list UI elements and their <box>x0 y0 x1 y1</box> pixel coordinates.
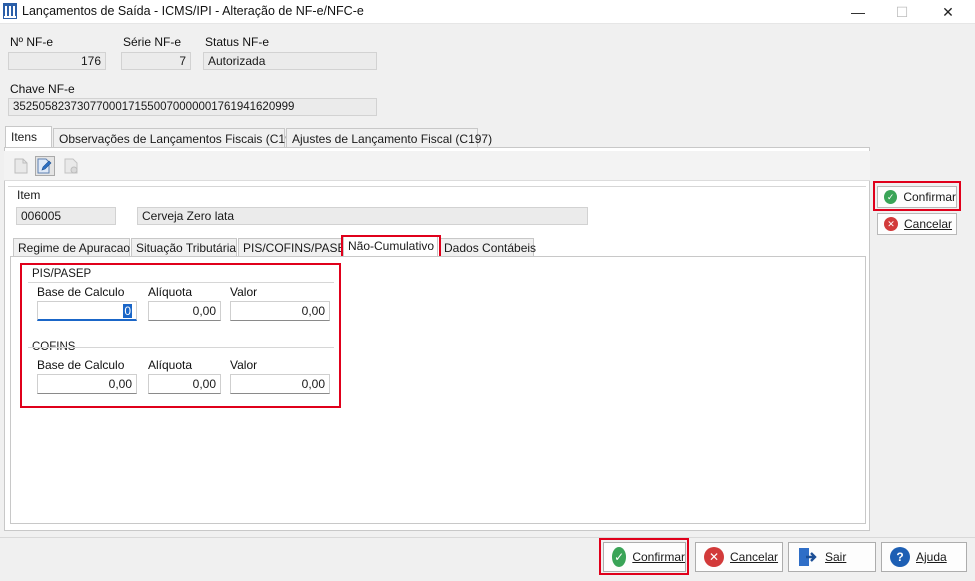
exit-door-icon <box>797 547 817 567</box>
item-code-field: 006005 <box>16 207 116 225</box>
window-title: Lançamentos de Saída - ICMS/IPI - Altera… <box>22 4 364 18</box>
new-document-icon[interactable] <box>11 156 31 176</box>
close-button[interactable]: ✕ <box>925 0 971 24</box>
cofins-valor-input[interactable]: 0,00 <box>230 374 330 394</box>
side-cancel-button[interactable]: ✕ Cancelar <box>877 213 957 235</box>
tab-ajustes[interactable]: Ajustes de Lançamento Fiscal (C197) <box>286 128 492 148</box>
pis-valor-input[interactable]: 0,00 <box>230 301 330 321</box>
nfe-number-field: 176 <box>8 52 106 70</box>
tab-situacao-tributaria[interactable]: Situação Tributária <box>131 238 237 257</box>
pis-aliquota-input[interactable]: 0,00 <box>148 301 221 321</box>
exit-label: Sair <box>825 550 847 564</box>
tab-observacoes[interactable]: Observações de Lançamentos Fiscais (C195… <box>53 128 302 148</box>
items-toolbar <box>4 151 870 181</box>
serie-label: Série NF-e <box>123 35 182 49</box>
pis-group-title: PIS/PASEP <box>32 268 92 280</box>
chave-label: Chave NF-e <box>10 82 75 96</box>
pis-base-value: 0 <box>123 304 132 318</box>
cofins-base-label: Base de Calculo <box>37 358 125 372</box>
delete-document-icon[interactable] <box>61 156 81 176</box>
nfe-number-label: Nº NF-e <box>10 35 54 49</box>
title-bar: Lançamentos de Saída - ICMS/IPI - Altera… <box>0 0 975 24</box>
status-label: Status NF-e <box>205 35 270 49</box>
tab-regime-apuracao[interactable]: Regime de Apuracao <box>13 238 130 257</box>
cofins-base-input[interactable]: 0,00 <box>37 374 137 394</box>
cofins-group-line <box>28 347 334 348</box>
status-field: Autorizada <box>203 52 377 70</box>
tab-pis-cofins-pasep[interactable]: PIS/COFINS/PASEP <box>238 238 353 257</box>
cofins-valor-label: Valor <box>230 358 258 372</box>
help-question-icon: ? <box>890 547 910 567</box>
cofins-aliquota-input[interactable]: 0,00 <box>148 374 221 394</box>
cancel-x-icon: ✕ <box>884 217 898 231</box>
pis-valor-label: Valor <box>230 285 258 299</box>
chave-field: 3525058237307700017155007000000176194162… <box>8 98 377 116</box>
pis-aliquota-label: Alíquota <box>148 285 193 299</box>
cancel-icon: ✕ <box>704 547 724 567</box>
help-button[interactable]: ? Ajuda <box>881 542 967 572</box>
cancel-label: Cancelar <box>730 550 779 564</box>
item-group-label: Item <box>14 188 44 202</box>
side-cancel-label: Cancelar <box>904 217 953 231</box>
cancel-button[interactable]: ✕ Cancelar <box>695 542 783 572</box>
tab-dados-contabeis[interactable]: Dados Contábeis <box>439 238 536 257</box>
item-description-field: Cerveja Zero lata <box>137 207 588 225</box>
confirm-highlight <box>599 538 689 575</box>
side-confirm-highlight <box>873 181 961 211</box>
minimize-button[interactable]: — <box>835 0 881 24</box>
pis-group-line <box>28 282 334 283</box>
cofins-aliquota-label: Alíquota <box>148 358 193 372</box>
pis-base-input[interactable]: 0 <box>37 301 137 321</box>
maximize-button[interactable]: ☐ <box>879 0 925 24</box>
exit-button[interactable]: Sair <box>788 542 876 572</box>
serie-field: 7 <box>121 52 191 70</box>
pis-base-label: Base de Calculo <box>37 285 125 299</box>
help-label: Ajuda <box>916 550 947 564</box>
tab-itens[interactable]: Itens <box>5 126 52 148</box>
edit-document-icon[interactable] <box>35 156 55 176</box>
app-logo-icon <box>3 3 17 19</box>
